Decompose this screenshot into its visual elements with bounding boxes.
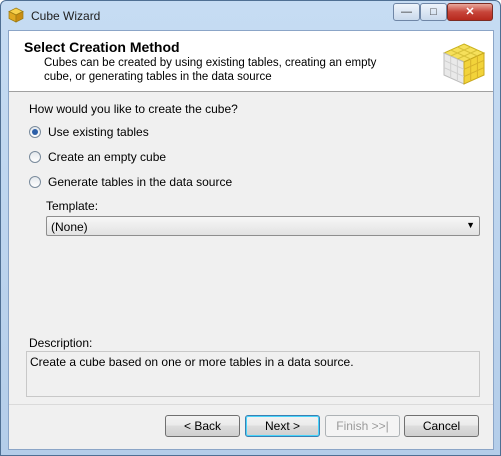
cube-app-icon (8, 7, 24, 23)
page-description: Cubes can be created by using existing t… (44, 57, 377, 83)
wizard-window: Cube Wizard — □ ✕ Select Creation Method… (0, 0, 501, 456)
page-title: Select Creation Method (24, 39, 180, 55)
finish-button[interactable]: Finish >>| (325, 415, 400, 437)
dropdown-arrow-icon[interactable]: ▼ (466, 220, 475, 230)
option-label: Create an empty cube (48, 150, 167, 164)
cancel-button[interactable]: Cancel (404, 415, 479, 437)
template-value: (None) (51, 220, 88, 234)
radio-button[interactable] (29, 176, 41, 188)
maximize-icon: □ (430, 6, 437, 18)
title-bar[interactable]: Cube Wizard — □ ✕ (1, 1, 500, 30)
next-button[interactable]: Next > (245, 415, 320, 437)
maximize-button[interactable]: □ (420, 3, 447, 21)
close-button[interactable]: ✕ (447, 3, 493, 21)
template-label: Template: (46, 199, 99, 213)
minimize-icon: — (401, 6, 412, 18)
close-icon: ✕ (465, 6, 475, 18)
creation-question: How would you like to create the cube? (29, 102, 238, 116)
minimize-button[interactable]: — (393, 3, 420, 21)
description-box: Create a cube based on one or more table… (26, 351, 480, 397)
description-text: Create a cube based on one or more table… (30, 355, 354, 369)
cube-header-icon (442, 43, 486, 85)
wizard-header: Select Creation Method Cubes can be crea… (9, 31, 493, 92)
template-dropdown[interactable]: (None) ▼ (46, 216, 480, 236)
option-label: Generate tables in the data source (48, 175, 233, 189)
description-label: Description: (29, 336, 93, 350)
back-button[interactable]: < Back (165, 415, 240, 437)
radio-button-checked[interactable] (29, 126, 41, 138)
option-label: Use existing tables (48, 125, 149, 139)
window-title: Cube Wizard (31, 9, 101, 23)
radio-button[interactable] (29, 151, 41, 163)
wizard-client: Select Creation Method Cubes can be crea… (8, 30, 494, 450)
footer-divider (9, 404, 493, 405)
